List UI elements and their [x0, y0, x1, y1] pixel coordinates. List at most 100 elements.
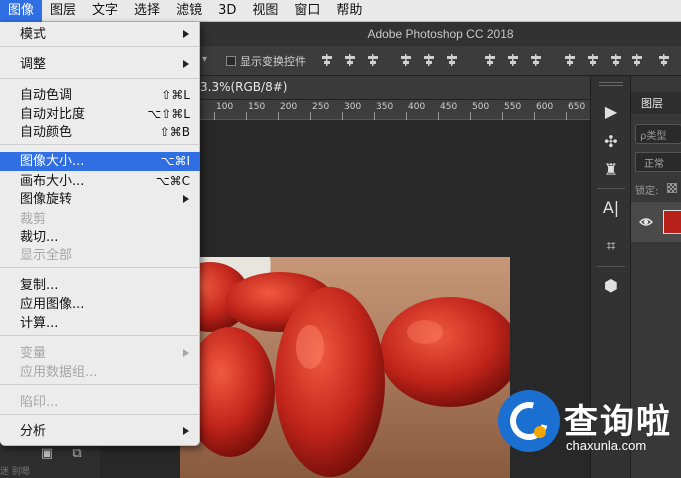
ruler-label: 650: [568, 102, 586, 112]
document-tab[interactable]: 3.3%(RGB/8#): [200, 76, 590, 100]
show-transform-checkbox[interactable]: [226, 56, 236, 66]
submenu-arrow-icon: [183, 60, 189, 68]
menu-item-shortcut: ⇧⌘B: [159, 125, 190, 139]
menu-item-label: 陷印...: [20, 395, 59, 410]
ruler-label: 150: [248, 102, 266, 112]
menu-item-label: 自动颜色: [20, 125, 73, 140]
menu-separator: [0, 335, 200, 336]
watermark-logo: 查询啦 chaxunla.com: [498, 390, 681, 465]
menu-view[interactable]: 视图: [244, 0, 286, 22]
align-icon[interactable]: [445, 53, 459, 67]
lock-transparency-icon[interactable]: [667, 183, 677, 193]
menu-window[interactable]: 窗口: [286, 0, 328, 22]
grip-handle[interactable]: [599, 82, 623, 86]
align-icon[interactable]: [366, 53, 380, 67]
align-icon[interactable]: [320, 53, 334, 67]
menu-item-auto-color[interactable]: 自动颜色 ⇧⌘B: [0, 123, 200, 142]
ruler-label: 600: [536, 102, 554, 112]
ruler-tick: [342, 112, 343, 120]
align-icon[interactable]: [657, 53, 671, 67]
align-icon[interactable]: [630, 53, 644, 67]
menu-item-apply-data-set: 应用数据组...: [0, 363, 200, 382]
menu-select[interactable]: 选择: [126, 0, 168, 22]
menu-item-analysis[interactable]: 分析: [0, 422, 200, 441]
menu-item-reveal-all: 显示全部: [0, 246, 200, 265]
ruler-tick: [438, 112, 439, 120]
menu-item-label: 裁剪: [20, 212, 47, 227]
search-logo-icon: [498, 390, 560, 452]
ruler-label: 250: [312, 102, 330, 112]
ruler-label: 350: [376, 102, 394, 112]
ruler-tick: [278, 112, 279, 120]
ruler-tick: [214, 112, 215, 120]
horizontal-ruler: 100 150 200 250 300 350 400 450 500 550 600 650: [200, 100, 590, 120]
options-bar: ▾ 显示变换控件: [200, 46, 681, 76]
align-icon[interactable]: [422, 53, 436, 67]
menu-item-label: 画布大小...: [20, 174, 85, 189]
menu-item-label: 显示全部: [20, 248, 73, 263]
menu-item-mode[interactable]: 模式: [0, 25, 200, 44]
menu-layer[interactable]: 图层: [42, 0, 84, 22]
ruler-tick: [502, 112, 503, 120]
quick-mask-icon[interactable]: ▣: [36, 446, 58, 468]
document-tab-title: 3.3%(RGB/8#): [200, 80, 288, 94]
menu-separator: [0, 46, 200, 47]
menu-help[interactable]: 帮助: [328, 0, 370, 22]
menu-item-trap: 陷印...: [0, 393, 200, 412]
layer-search-field[interactable]: ρ类型: [635, 124, 681, 144]
ruler-tick: [566, 112, 567, 120]
menu-item-apply-image[interactable]: 应用图像...: [0, 295, 200, 314]
menu-item-label: 计算...: [20, 316, 59, 331]
menu-item-label: 变量: [20, 346, 47, 361]
app-title: Adobe Photoshop CC 2018: [200, 22, 681, 46]
menu-item-auto-tone[interactable]: 自动色调 ⇧⌘L: [0, 86, 200, 105]
ruler-tick: [310, 112, 311, 120]
ruler-label: 100: [216, 102, 234, 112]
menu-item-duplicate[interactable]: 复制...: [0, 276, 200, 295]
screen-mode-icon[interactable]: ⧉: [66, 446, 88, 468]
align-icon[interactable]: [399, 53, 413, 67]
menu-item-label: 图像大小...: [20, 154, 85, 169]
menu-separator: [0, 267, 200, 268]
blend-mode-select[interactable]: 正常: [635, 152, 681, 172]
menu-item-adjustments[interactable]: 调整: [0, 55, 200, 74]
watermark-url: chaxunla.com: [566, 438, 647, 453]
ruler-label: 200: [280, 102, 298, 112]
menu-item-calculations[interactable]: 计算...: [0, 314, 200, 333]
ruler-label: 500: [472, 102, 490, 112]
menu-item-image-rotation[interactable]: 图像旋转: [0, 190, 200, 209]
stamp-icon[interactable]: ♜: [599, 158, 623, 182]
align-icon[interactable]: [529, 53, 543, 67]
menu-item-image-size[interactable]: 图像大小... ⌥⌘I: [0, 152, 200, 171]
puzzle-icon[interactable]: ✣: [599, 130, 623, 154]
submenu-arrow-icon: [183, 30, 189, 38]
menu-image[interactable]: 图像: [0, 0, 43, 22]
align-icon[interactable]: [343, 53, 357, 67]
menu-3d[interactable]: 3D: [210, 0, 244, 22]
menu-filter[interactable]: 滤镜: [168, 0, 210, 22]
ruler-tick: [470, 112, 471, 120]
menu-item-trim[interactable]: 裁切...: [0, 228, 200, 247]
image-menu-dropdown: 模式 调整 自动色调 ⇧⌘L 自动对比度 ⌥⇧⌘L 自动颜色 ⇧⌘B 图像大小... ⌥⌘I 画布大…: [0, 22, 200, 446]
align-icon[interactable]: [563, 53, 577, 67]
menu-item-auto-contrast[interactable]: 自动对比度 ⌥⇧⌘L: [0, 105, 200, 124]
dates-photo: [180, 257, 510, 478]
menu-item-canvas-size[interactable]: 画布大小... ⌥⌘C: [0, 172, 200, 191]
crop-icon[interactable]: ⌗: [599, 234, 623, 258]
text-cursor-icon[interactable]: A|: [599, 196, 623, 220]
align-icon[interactable]: [483, 53, 497, 67]
menu-item-label: 应用图像...: [20, 297, 85, 312]
ruler-tick: [246, 112, 247, 120]
chevron-down-icon[interactable]: ▾: [202, 54, 214, 68]
play-icon[interactable]: ▶: [599, 100, 623, 124]
layers-tab[interactable]: 图层: [631, 92, 681, 114]
layer-row[interactable]: [631, 202, 681, 242]
menu-item-variables: 变量: [0, 344, 200, 363]
eye-icon[interactable]: [639, 215, 653, 229]
submenu-arrow-icon: [183, 427, 189, 435]
align-icon[interactable]: [586, 53, 600, 67]
align-icon[interactable]: [609, 53, 623, 67]
align-icon[interactable]: [506, 53, 520, 67]
menu-type[interactable]: 文字: [84, 0, 126, 22]
cube-icon[interactable]: ⬢: [599, 274, 623, 298]
